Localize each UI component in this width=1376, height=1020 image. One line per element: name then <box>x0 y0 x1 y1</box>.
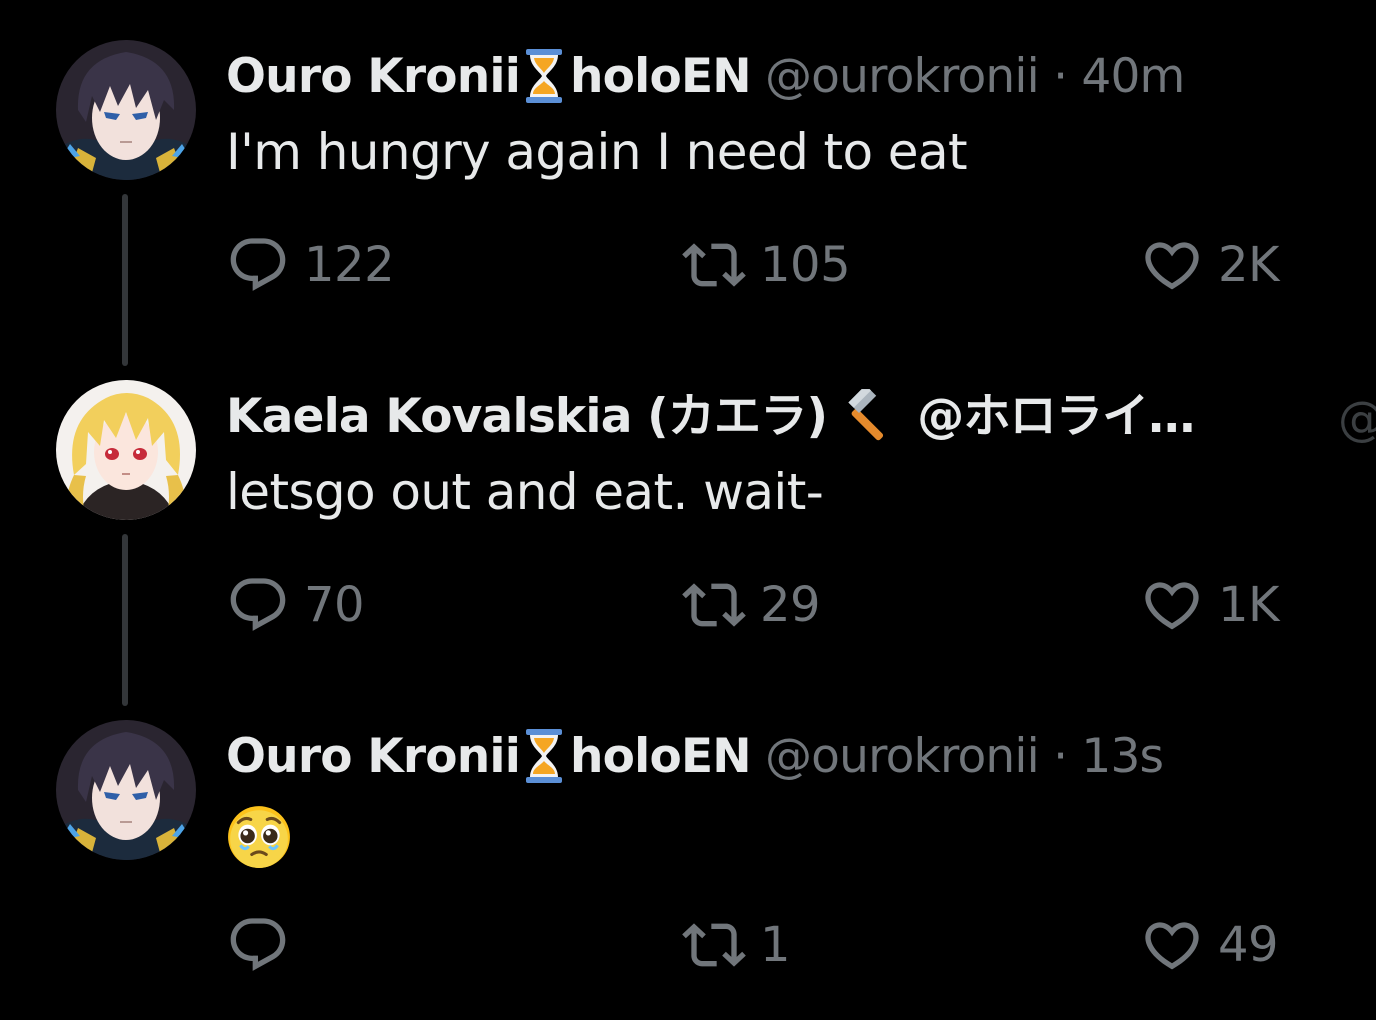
timestamp[interactable]: 13s <box>1081 729 1164 784</box>
retweet-button[interactable]: 105 <box>680 230 851 300</box>
heart-icon <box>1140 233 1204 297</box>
like-button[interactable]: 49 <box>1140 910 1279 980</box>
display-name-suffix[interactable]: holoEN <box>570 729 752 784</box>
display-name[interactable]: Ouro Kronii <box>226 729 521 784</box>
retweet-icon <box>680 913 748 977</box>
tweet-header: Ouro Kronii holoEN @ourokronii · 40m <box>226 45 1185 109</box>
separator-dot: · <box>1053 729 1068 784</box>
reply-button[interactable]: 122 <box>226 230 395 300</box>
reply-icon <box>226 233 290 297</box>
display-name-suffix[interactable]: holoEN <box>570 49 752 104</box>
like-button[interactable]: 2K <box>1140 230 1280 300</box>
reply-button[interactable] <box>226 910 304 980</box>
tweet-text <box>226 804 292 885</box>
reply-icon <box>226 573 290 637</box>
reply-count: 70 <box>304 577 365 633</box>
display-name[interactable]: Kaela Kovalskia (カエラ) <box>226 389 828 444</box>
user-handle[interactable]: @ourokronii <box>765 49 1040 104</box>
user-handle[interactable]: @ourokronii <box>765 729 1040 784</box>
display-name[interactable]: Ouro Kronii <box>226 49 521 104</box>
blonde-hair-anime-avatar-icon <box>56 380 196 520</box>
retweet-count: 1 <box>760 917 791 973</box>
dark-hair-anime-avatar-icon <box>56 40 196 180</box>
reply-icon <box>226 913 290 977</box>
timestamp[interactable]: 40m <box>1081 49 1185 104</box>
heart-icon <box>1140 913 1204 977</box>
reply-count: 122 <box>304 237 395 293</box>
tweet-header: Ouro Kronii holoEN @ourokronii · 13s <box>226 725 1164 789</box>
retweet-count: 29 <box>760 577 821 633</box>
dark-hair-anime-avatar-icon <box>56 720 196 860</box>
truncated-handle-overflow: @ <box>1338 388 1376 452</box>
like-count: 49 <box>1218 917 1279 973</box>
hammer-icon <box>837 386 897 446</box>
like-count: 2K <box>1218 237 1280 293</box>
avatar-ourokronii[interactable] <box>56 720 196 860</box>
separator-dot: · <box>1053 49 1068 104</box>
reply-button[interactable]: 70 <box>226 570 365 640</box>
hourglass-icon <box>524 48 564 104</box>
heart-icon <box>1140 573 1204 637</box>
tweet-text: letsgo out and eat. wait- <box>226 463 824 521</box>
tweet-1[interactable]: Ouro Kronii holoEN @ourokronii · 40m I'm … <box>0 0 1376 366</box>
avatar-ourokronii[interactable] <box>56 40 196 180</box>
retweet-icon <box>680 573 748 637</box>
hourglass-icon <box>524 728 564 784</box>
retweet-button[interactable]: 1 <box>680 910 791 980</box>
like-button[interactable]: 1K <box>1140 570 1280 640</box>
user-handle[interactable]: @ホロライ… <box>917 389 1195 444</box>
tweet-header: Kaela Kovalskia (カエラ) @ホロライ… <box>226 385 1195 449</box>
like-count: 1K <box>1218 577 1280 633</box>
pleading-face-emoji-icon <box>226 804 292 870</box>
retweet-button[interactable]: 29 <box>680 570 821 640</box>
retweet-icon <box>680 233 748 297</box>
tweet-text: I'm hungry again I need to eat <box>226 123 968 181</box>
avatar-kaela[interactable] <box>56 380 196 520</box>
tweet-3[interactable]: Ouro Kronii holoEN @ourokronii · 13s 1 49 <box>0 680 1376 1020</box>
retweet-count: 105 <box>760 237 851 293</box>
tweet-2[interactable]: Kaela Kovalskia (カエラ) @ホロライ… letsgo out … <box>0 340 1376 706</box>
